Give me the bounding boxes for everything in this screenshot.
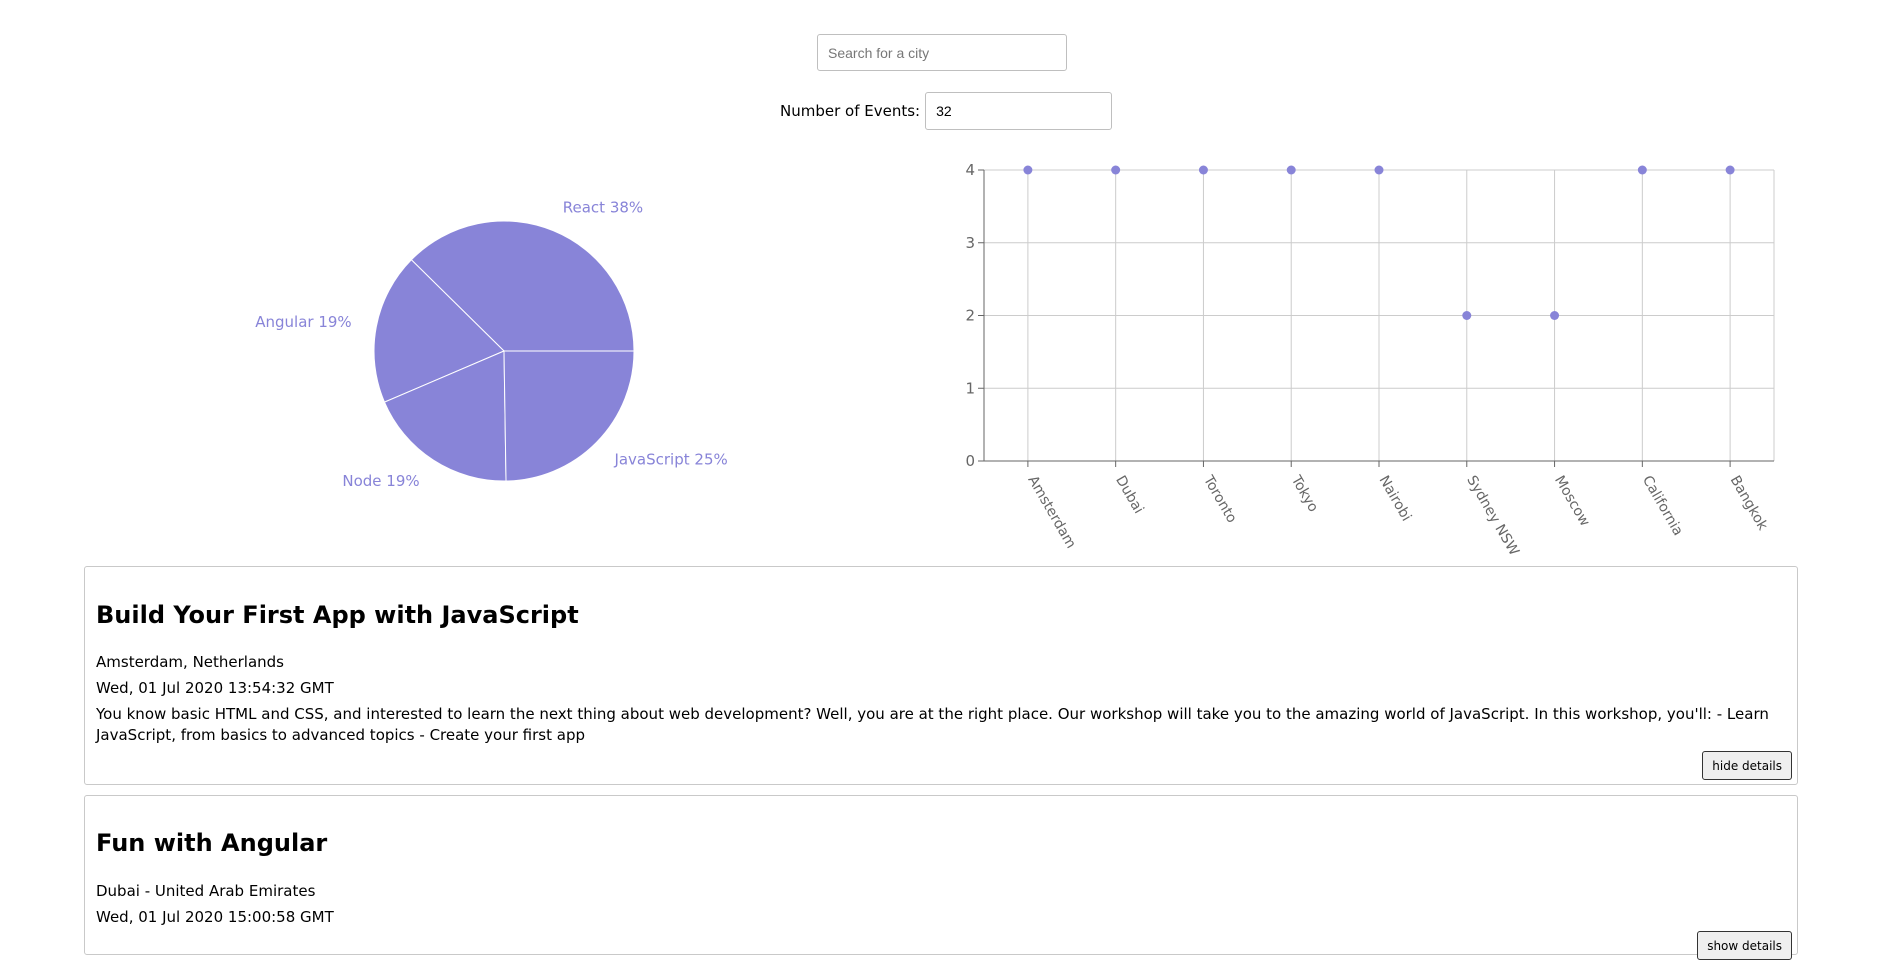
event-location: Amsterdam, Netherlands xyxy=(96,653,284,671)
y-tick-label: 0 xyxy=(965,452,975,470)
show-details-button[interactable]: show details xyxy=(1697,931,1792,960)
events-per-city-scatter-chart: 0 1 2 3 4 Amsterdam Dubai Toronto Tokyo Nairobi Sy… xyxy=(965,161,1775,559)
scatter-point xyxy=(1462,311,1472,320)
event-location: Dubai - United Arab Emirates xyxy=(96,882,316,900)
y-tick-label: 4 xyxy=(965,161,975,179)
event-title: Fun with Angular xyxy=(96,829,328,857)
event-date: Wed, 01 Jul 2020 13:54:32 GMT xyxy=(96,679,334,697)
pie-label-node: Node 19% xyxy=(342,472,419,490)
x-tick-label: Amsterdam xyxy=(1024,473,1078,551)
scatter-point xyxy=(1725,165,1735,175)
x-tick-label: Tokyo xyxy=(1287,472,1321,515)
event-card: Build Your First App with JavaScript Ams… xyxy=(84,566,1798,785)
x-tick-label: California xyxy=(1639,473,1686,539)
scatter-point xyxy=(1637,165,1647,175)
y-tick-label: 3 xyxy=(965,234,975,252)
event-date: Wed, 01 Jul 2020 15:00:58 GMT xyxy=(96,908,334,926)
x-tick-label: Sydney NSW xyxy=(1463,473,1522,559)
x-tick-label: Toronto xyxy=(1199,472,1239,526)
event-card: Fun with Angular Dubai - United Arab Emi… xyxy=(84,795,1798,960)
scatter-point xyxy=(1023,165,1033,175)
scatter-point xyxy=(1286,165,1296,175)
x-tick-label: Moscow xyxy=(1551,473,1593,529)
x-tick-label: Bangkok xyxy=(1727,473,1771,534)
pie-chart: React 38% Angular 19% Node 19% JavaScript 2… xyxy=(255,199,728,490)
pie-label-javascript: JavaScript 25% xyxy=(613,451,727,469)
hide-details-button[interactable]: hide details xyxy=(1702,751,1792,780)
event-description: You know basic HTML and CSS, and interes… xyxy=(96,705,1769,744)
x-tick-label: Dubai xyxy=(1112,473,1146,517)
number-of-events-input[interactable] xyxy=(925,92,1113,130)
scatter-point xyxy=(1111,165,1121,175)
event-title: Build Your First App with JavaScript xyxy=(96,601,579,629)
y-tick-label: 2 xyxy=(965,307,975,325)
pie-label-react: React 38% xyxy=(563,199,643,217)
y-tick-label: 1 xyxy=(965,379,975,397)
x-tick-label: Nairobi xyxy=(1376,473,1415,524)
scatter-point xyxy=(1198,165,1208,175)
scatter-point xyxy=(1374,165,1384,175)
pie-label-angular: Angular 19% xyxy=(255,313,351,331)
scatter-point xyxy=(1550,311,1560,320)
